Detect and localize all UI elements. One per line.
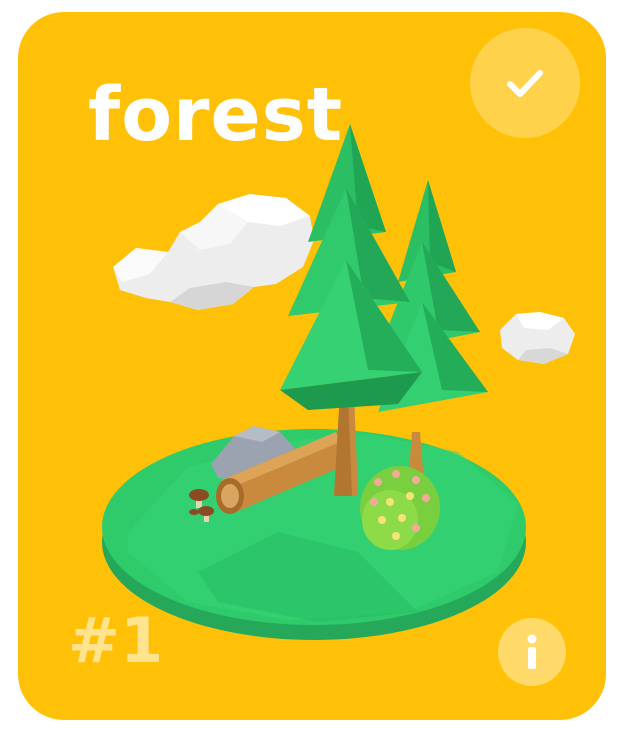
flower-bush [360, 466, 440, 550]
checkmark-icon [507, 70, 543, 97]
info-button[interactable] [498, 618, 566, 686]
cloud-large [113, 194, 314, 310]
info-icon [527, 634, 537, 669]
card-title: forest [88, 72, 344, 158]
select-check-button[interactable] [470, 28, 580, 138]
card-number: #1 [68, 604, 164, 677]
cloud-small [500, 312, 575, 364]
level-card[interactable]: forest #1 [18, 12, 606, 720]
